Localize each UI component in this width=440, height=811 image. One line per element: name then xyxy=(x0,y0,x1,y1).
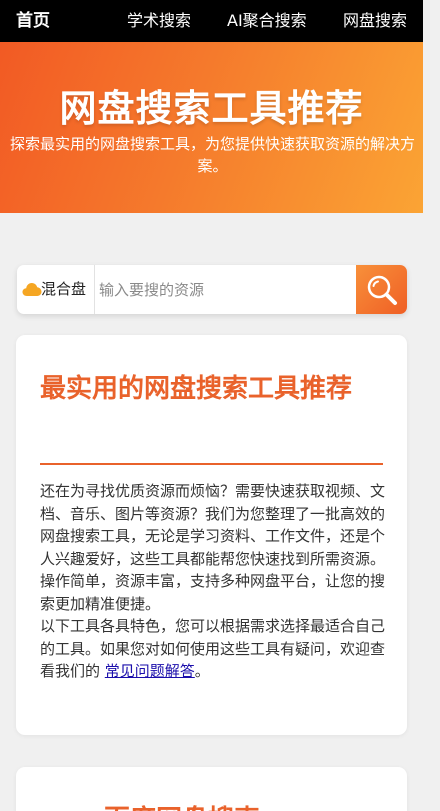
search-icon xyxy=(367,275,397,305)
search-type-label: 混合盘 xyxy=(41,280,87,298)
nav-netdisk-search-link[interactable]: 网盘搜索 xyxy=(343,0,407,42)
intro-paragraph-1: 还在为寻找优质资源而烦恼？需要快速获取视频、文档、音乐、图片等资源？我们为您整理… xyxy=(40,482,386,613)
intro-paragraph-2: 以下工具各具特色，您可以根据需求选择最适合自己的工具。如果您对如何使用这些工具有… xyxy=(40,615,388,683)
baidu-search-card-title: 百度网盘搜索 xyxy=(104,799,260,811)
search-input[interactable] xyxy=(97,265,369,314)
intro-paragraph-2-text: 以下工具各具特色，您可以根据需求选择最适合自己的工具。如果您对如何使用这些工具有… xyxy=(40,617,386,680)
cloud-icon xyxy=(22,283,42,296)
nav-academic-search-link[interactable]: 学术搜索 xyxy=(127,0,191,42)
intro-card: 最实用的网盘搜索工具推荐 还在为寻找优质资源而烦恼？需要快速获取视频、文档、音乐… xyxy=(16,335,407,735)
nav-home-link[interactable]: 首页 xyxy=(16,0,50,42)
hero-banner: 网盘搜索工具推荐 探索最实用的网盘搜索工具，为您提供快速获取资源的解决方案。 xyxy=(0,42,423,213)
search-bar: 混合盘 xyxy=(17,265,407,314)
intro-card-body: 还在为寻找优质资源而烦恼？需要快速获取视频、文档、音乐、图片等资源？我们为您整理… xyxy=(40,480,388,683)
title-divider xyxy=(40,463,383,465)
intro-card-title: 最实用的网盘搜索工具推荐 xyxy=(40,374,353,404)
intro-paragraph-2-end: 。 xyxy=(194,662,210,680)
top-navbar: 首页 学术搜索 AI聚合搜索 网盘搜索 xyxy=(0,0,423,42)
search-button[interactable] xyxy=(356,265,407,314)
faq-link[interactable]: 常见问题解答 xyxy=(105,662,195,680)
hero-subtitle: 探索最实用的网盘搜索工具，为您提供快速获取资源的解决方案。 xyxy=(9,135,415,175)
hero-title: 网盘搜索工具推荐 xyxy=(59,87,364,130)
search-type-selector[interactable]: 混合盘 xyxy=(17,265,95,314)
baidu-search-card: 百度网盘搜索 xyxy=(16,767,407,811)
nav-ai-search-link[interactable]: AI聚合搜索 xyxy=(227,0,307,42)
